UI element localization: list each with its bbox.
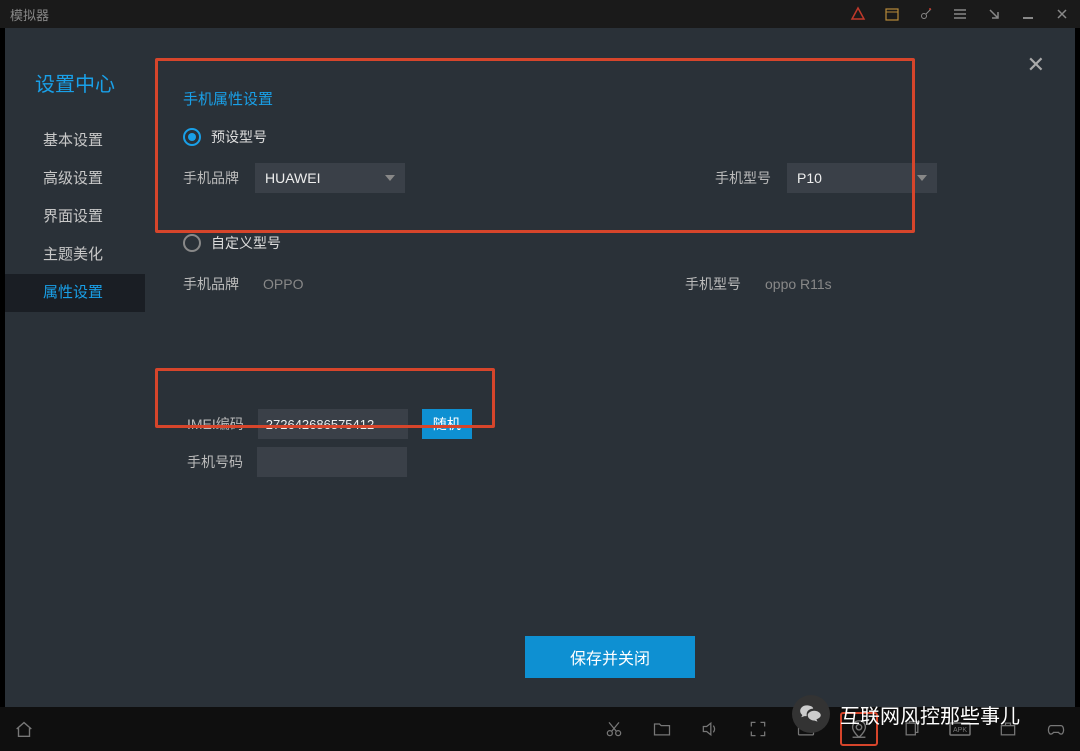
scissors-icon[interactable]	[600, 715, 628, 743]
titlebar-controls	[850, 6, 1070, 22]
sidebar-item-label: 界面设置	[43, 208, 103, 225]
custom-brand-field: 手机品牌 OPPO	[183, 269, 375, 299]
close-icon[interactable]	[1054, 6, 1070, 22]
annotation-highlight-1	[155, 58, 915, 233]
custom-model-value: oppo R11s	[757, 269, 907, 299]
arrow-down-right-icon[interactable]	[986, 6, 1002, 22]
wechat-text: 互联网风控那些事儿	[840, 700, 1020, 729]
sidebar-title: 设置中心	[5, 68, 145, 97]
sidebar-item-properties[interactable]: 属性设置	[5, 274, 145, 312]
custom-brand-value: OPPO	[255, 269, 375, 299]
sidebar-item-label: 属性设置	[43, 284, 103, 301]
chevron-down-icon	[917, 175, 927, 181]
radio-custom-row[interactable]: 自定义型号	[183, 233, 1055, 253]
phone-number-row: 手机号码	[187, 447, 1055, 477]
content-pane: ✕ 手机属性设置 预设型号 手机品牌 HUAWEI 手机型号	[145, 28, 1075, 708]
minimize-icon[interactable]	[1020, 6, 1036, 22]
save-and-close-button[interactable]: 保存并关闭	[525, 636, 695, 678]
sidebar-item-advanced[interactable]: 高级设置	[5, 160, 145, 198]
phone-number-input[interactable]	[257, 447, 407, 477]
sidebar-item-label: 基本设置	[43, 132, 103, 149]
titlebar: 模拟器	[0, 0, 1080, 28]
custom-model-field: 手机型号 oppo R11s	[685, 269, 907, 299]
annotation-highlight-2	[155, 368, 495, 428]
sidebar-item-basic[interactable]: 基本设置	[5, 122, 145, 160]
home-icon[interactable]	[10, 715, 38, 743]
model-label: 手机型号	[685, 274, 743, 294]
close-button[interactable]: ✕	[1027, 52, 1045, 78]
fullscreen-icon[interactable]	[744, 715, 772, 743]
key-icon[interactable]	[918, 6, 934, 22]
sidebar: 设置中心 基本设置 高级设置 界面设置 主题美化 属性设置	[5, 28, 145, 708]
menu-icon[interactable]	[952, 6, 968, 22]
phone-number-label: 手机号码	[187, 452, 243, 472]
folder-icon[interactable]	[648, 715, 676, 743]
brand-label: 手机品牌	[183, 274, 241, 294]
app-name-fragment: 模拟器	[10, 5, 49, 24]
sidebar-item-label: 主题美化	[43, 246, 103, 263]
radio-custom-label: 自定义型号	[211, 233, 281, 253]
volume-icon[interactable]	[696, 715, 724, 743]
sidebar-item-label: 高级设置	[43, 170, 103, 187]
gamepad-icon[interactable]	[1042, 715, 1070, 743]
wechat-icon	[792, 695, 830, 733]
radio-custom[interactable]	[183, 234, 201, 252]
wechat-watermark: 互联网风控那些事儿	[792, 695, 1020, 733]
custom-form-row: 手机品牌 OPPO 手机型号 oppo R11s	[183, 269, 1055, 299]
sidebar-item-theme[interactable]: 主题美化	[5, 236, 145, 274]
sidebar-item-interface[interactable]: 界面设置	[5, 198, 145, 236]
settings-window: 设置中心 基本设置 高级设置 界面设置 主题美化 属性设置 ✕ 手机属性设置 预…	[5, 28, 1075, 708]
warning-icon[interactable]	[850, 6, 866, 22]
calendar-icon[interactable]	[884, 6, 900, 22]
